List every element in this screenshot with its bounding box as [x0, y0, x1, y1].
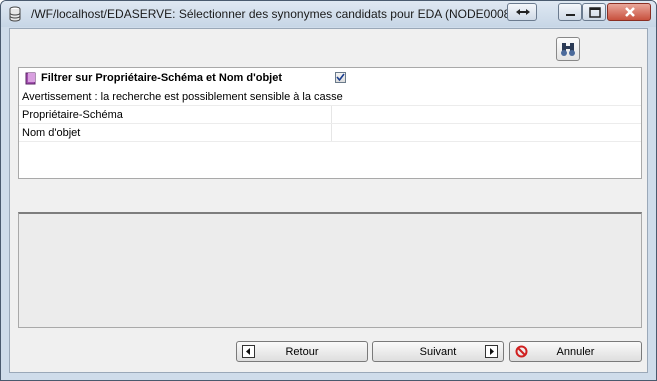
arrow-right-icon: [485, 345, 498, 358]
filter-checkbox[interactable]: [335, 72, 346, 83]
filter-panel: Filtrer sur Propriétaire-Schéma et Nom d…: [18, 67, 642, 179]
minimize-icon: [566, 14, 575, 16]
check-icon: [336, 73, 345, 82]
restore-icon: [516, 9, 530, 15]
results-list[interactable]: [18, 212, 642, 328]
database-icon: [9, 6, 21, 22]
column-divider: [331, 124, 332, 142]
object-name-row[interactable]: Nom d'objet: [19, 124, 641, 142]
minimize-button[interactable]: [558, 3, 582, 21]
dialog-body: Filtrer sur Propriétaire-Schéma et Nom d…: [9, 28, 648, 373]
filter-header-row: Filtrer sur Propriétaire-Schéma et Nom d…: [19, 69, 641, 87]
object-name-label: Nom d'objet: [22, 127, 81, 139]
warning-row: Avertissement : la recherche est possibl…: [19, 88, 641, 106]
maximize-button[interactable]: [582, 3, 606, 21]
maximize-icon: [589, 7, 601, 18]
next-label: Suivant: [419, 346, 457, 358]
filter-header-label: Filtrer sur Propriétaire-Schéma et Nom d…: [41, 72, 283, 84]
book-icon: [25, 72, 36, 85]
cancel-label: Annuler: [556, 346, 595, 358]
binoculars-icon: [561, 43, 575, 56]
next-button[interactable]: Suivant: [372, 341, 504, 362]
dialog-window: /WF/localhost/EDASERVE: Sélectionner des…: [0, 0, 657, 381]
warning-text: Avertissement : la recherche est possibl…: [22, 91, 343, 103]
owner-label: Propriétaire-Schéma: [22, 109, 123, 121]
back-button[interactable]: Retour: [236, 341, 368, 362]
close-icon: [625, 7, 635, 17]
cancel-button[interactable]: Annuler: [509, 341, 642, 362]
search-button[interactable]: [556, 37, 580, 61]
close-button[interactable]: [607, 3, 651, 21]
row-divider: [19, 141, 641, 142]
window-title: /WF/localhost/EDASERVE: Sélectionner des…: [31, 7, 515, 21]
back-label: Retour: [285, 346, 319, 358]
title-bar[interactable]: /WF/localhost/EDASERVE: Sélectionner des…: [1, 1, 656, 27]
owner-row[interactable]: Propriétaire-Schéma: [19, 106, 641, 124]
restore-button[interactable]: [507, 3, 537, 21]
column-divider: [331, 106, 332, 124]
